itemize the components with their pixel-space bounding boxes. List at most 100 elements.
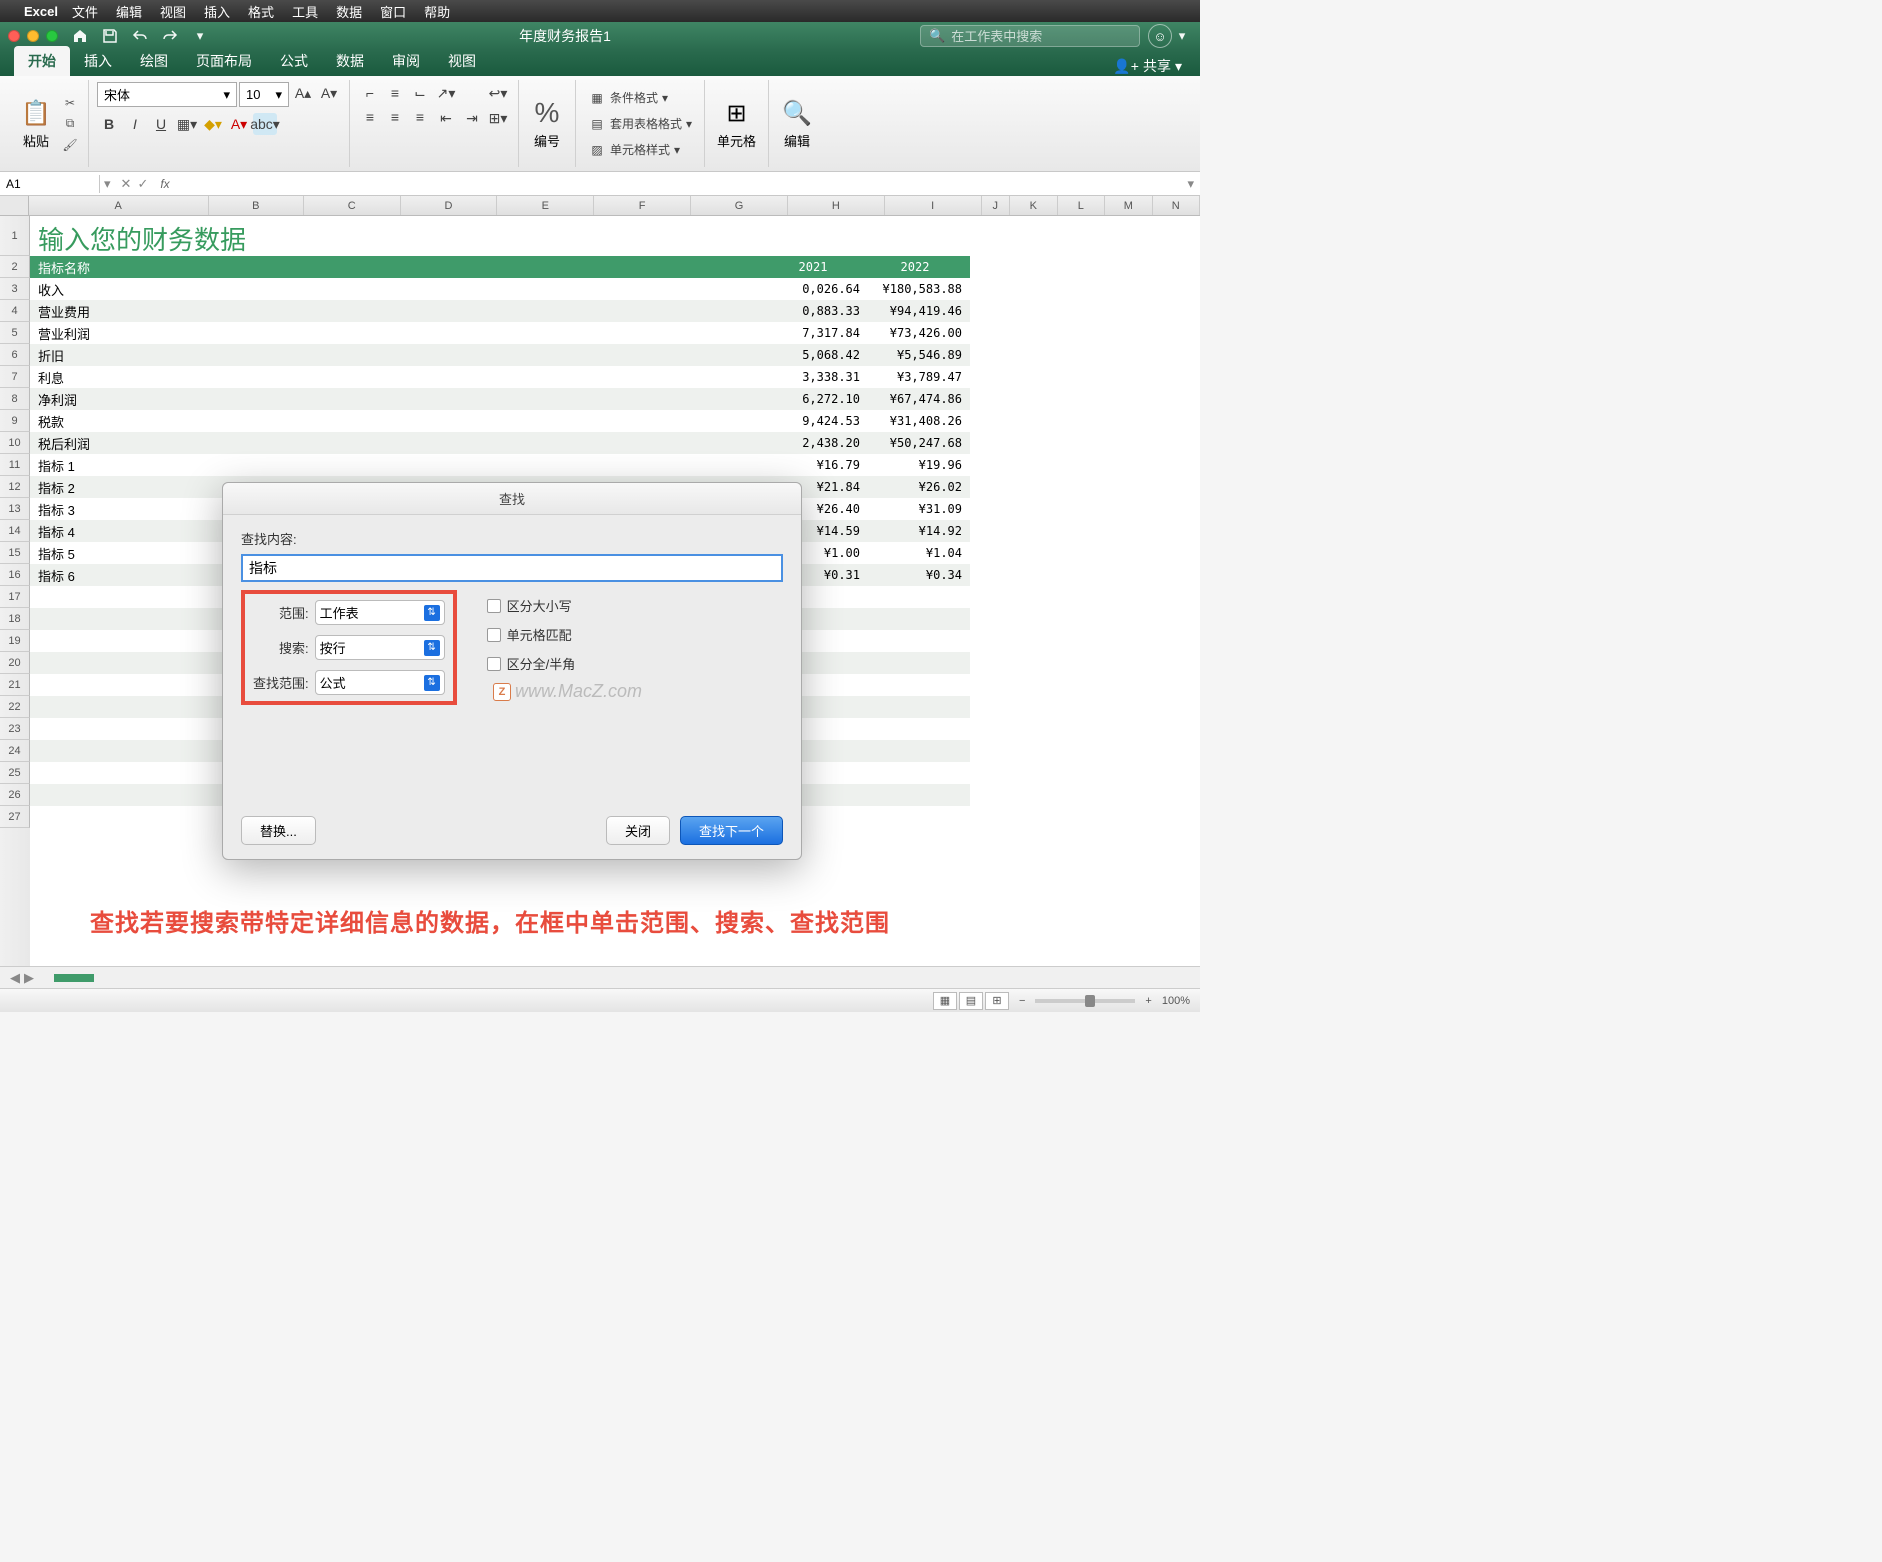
align-left-icon[interactable]: ≡: [358, 106, 382, 128]
row-header-2[interactable]: 2: [0, 256, 30, 278]
tab-home[interactable]: 开始: [14, 46, 70, 76]
save-icon[interactable]: [100, 26, 120, 46]
cancel-formula-icon[interactable]: ✕: [121, 176, 132, 192]
row-header-16[interactable]: 16: [0, 564, 30, 586]
tab-draw[interactable]: 绘图: [126, 46, 182, 76]
align-right-icon[interactable]: ≡: [408, 106, 432, 128]
row-header-9[interactable]: 9: [0, 410, 30, 432]
indent-increase-icon[interactable]: ⇥: [460, 107, 484, 129]
customize-qat-icon[interactable]: ▾: [190, 26, 210, 46]
user-avatar-icon[interactable]: ☺: [1148, 24, 1172, 48]
match-width-checkbox[interactable]: 区分全/半角: [487, 654, 576, 673]
col-header-N[interactable]: N: [1153, 196, 1200, 215]
name-box[interactable]: A1: [0, 175, 100, 193]
row-header-27[interactable]: 27: [0, 806, 30, 828]
cut-icon[interactable]: ✂: [60, 94, 80, 112]
row-header-23[interactable]: 23: [0, 718, 30, 740]
replace-button[interactable]: 替换...: [241, 816, 316, 845]
conditional-format-button[interactable]: ▦条件格式 ▾: [584, 87, 696, 108]
col-header-M[interactable]: M: [1105, 196, 1152, 215]
row-header-18[interactable]: 18: [0, 608, 30, 630]
col-header-L[interactable]: L: [1058, 196, 1105, 215]
zoom-slider[interactable]: [1035, 999, 1135, 1003]
row-header-17[interactable]: 17: [0, 586, 30, 608]
indent-decrease-icon[interactable]: ⇤: [434, 107, 458, 129]
menu-format[interactable]: 格式: [248, 2, 274, 21]
tab-formulas[interactable]: 公式: [266, 46, 322, 76]
orientation-icon[interactable]: ↗▾: [434, 82, 458, 104]
cells-button[interactable]: ⊞ 单元格: [713, 93, 760, 154]
table-row[interactable]: 税款 9,424.53 ¥31,408.26: [30, 410, 970, 432]
zoom-thumb[interactable]: [1085, 995, 1095, 1007]
align-center-icon[interactable]: ≡: [383, 106, 407, 128]
menu-edit[interactable]: 编辑: [116, 2, 142, 21]
row-header-20[interactable]: 20: [0, 652, 30, 674]
select-all-corner[interactable]: [0, 196, 29, 215]
zoom-out-icon[interactable]: −: [1019, 995, 1025, 1007]
table-row[interactable]: 利息 3,338.31 ¥3,789.47: [30, 366, 970, 388]
minimize-window-icon[interactable]: [27, 30, 39, 42]
close-window-icon[interactable]: [8, 30, 20, 42]
bold-button[interactable]: B: [97, 113, 121, 135]
row-header-21[interactable]: 21: [0, 674, 30, 696]
expand-formula-icon[interactable]: ▾: [1181, 176, 1200, 192]
decrease-font-icon[interactable]: A▾: [317, 82, 341, 104]
tab-data[interactable]: 数据: [322, 46, 378, 76]
table-row[interactable]: 营业费用 0,883.33 ¥94,419.46: [30, 300, 970, 322]
row-header-13[interactable]: 13: [0, 498, 30, 520]
menu-file[interactable]: 文件: [72, 2, 98, 21]
col-header-H[interactable]: H: [788, 196, 885, 215]
row-header-4[interactable]: 4: [0, 300, 30, 322]
menu-insert[interactable]: 插入: [204, 2, 230, 21]
table-row[interactable]: 收入 0,026.64 ¥180,583.88: [30, 278, 970, 300]
copy-icon[interactable]: ⧉: [60, 115, 80, 133]
accept-formula-icon[interactable]: ✓: [137, 176, 148, 192]
row-header-6[interactable]: 6: [0, 344, 30, 366]
col-header-G[interactable]: G: [691, 196, 788, 215]
row-header-22[interactable]: 22: [0, 696, 30, 718]
undo-icon[interactable]: [130, 26, 150, 46]
row-header-3[interactable]: 3: [0, 278, 30, 300]
home-icon[interactable]: [70, 26, 90, 46]
tab-review[interactable]: 审阅: [378, 46, 434, 76]
formula-input[interactable]: [176, 176, 1182, 191]
italic-button[interactable]: I: [123, 113, 147, 135]
font-name-combo[interactable]: 宋体▾: [97, 82, 237, 107]
col-header-B[interactable]: B: [209, 196, 304, 215]
wrap-text-icon[interactable]: ↩▾: [486, 82, 510, 104]
align-top-icon[interactable]: ⌐: [358, 82, 382, 104]
table-row[interactable]: 税后利润 2,438.20 ¥50,247.68: [30, 432, 970, 454]
col-header-A[interactable]: A: [29, 196, 209, 215]
find-next-button[interactable]: 查找下一个: [680, 816, 783, 845]
merge-cells-icon[interactable]: ⊞▾: [486, 107, 510, 129]
table-format-button[interactable]: ▤套用表格格式 ▾: [584, 113, 696, 134]
increase-font-icon[interactable]: A▴: [291, 82, 315, 104]
row-header-19[interactable]: 19: [0, 630, 30, 652]
menu-view[interactable]: 视图: [160, 2, 186, 21]
row-header-25[interactable]: 25: [0, 762, 30, 784]
menu-help[interactable]: 帮助: [424, 2, 450, 21]
col-header-F[interactable]: F: [594, 196, 691, 215]
number-format-button[interactable]: % 编号: [527, 93, 567, 154]
tab-pagelayout[interactable]: 页面布局: [182, 46, 266, 76]
cell-style-button[interactable]: ▨单元格样式 ▾: [584, 139, 696, 160]
paste-button[interactable]: 📋 粘贴: [16, 93, 56, 154]
menu-tools[interactable]: 工具: [292, 2, 318, 21]
editing-button[interactable]: 🔍 编辑: [777, 93, 817, 154]
col-header-E[interactable]: E: [497, 196, 594, 215]
row-header-5[interactable]: 5: [0, 322, 30, 344]
phonetic-icon[interactable]: abc▾: [253, 113, 277, 135]
redo-icon[interactable]: [160, 26, 180, 46]
col-header-C[interactable]: C: [304, 196, 401, 215]
sheet-nav-first-icon[interactable]: ◀: [10, 970, 20, 986]
col-header-I[interactable]: I: [885, 196, 982, 215]
row-header-26[interactable]: 26: [0, 784, 30, 806]
within-select[interactable]: 工作表⇅: [315, 600, 445, 625]
fill-color-icon[interactable]: ◆▾: [201, 113, 225, 135]
font-color-icon[interactable]: A▾: [227, 113, 251, 135]
menu-data[interactable]: 数据: [336, 2, 362, 21]
match-cell-checkbox[interactable]: 单元格匹配: [487, 625, 576, 644]
table-row[interactable]: 净利润 6,272.10 ¥67,474.86: [30, 388, 970, 410]
align-middle-icon[interactable]: ≡: [383, 82, 407, 104]
format-painter-icon[interactable]: 🖌: [60, 136, 80, 154]
